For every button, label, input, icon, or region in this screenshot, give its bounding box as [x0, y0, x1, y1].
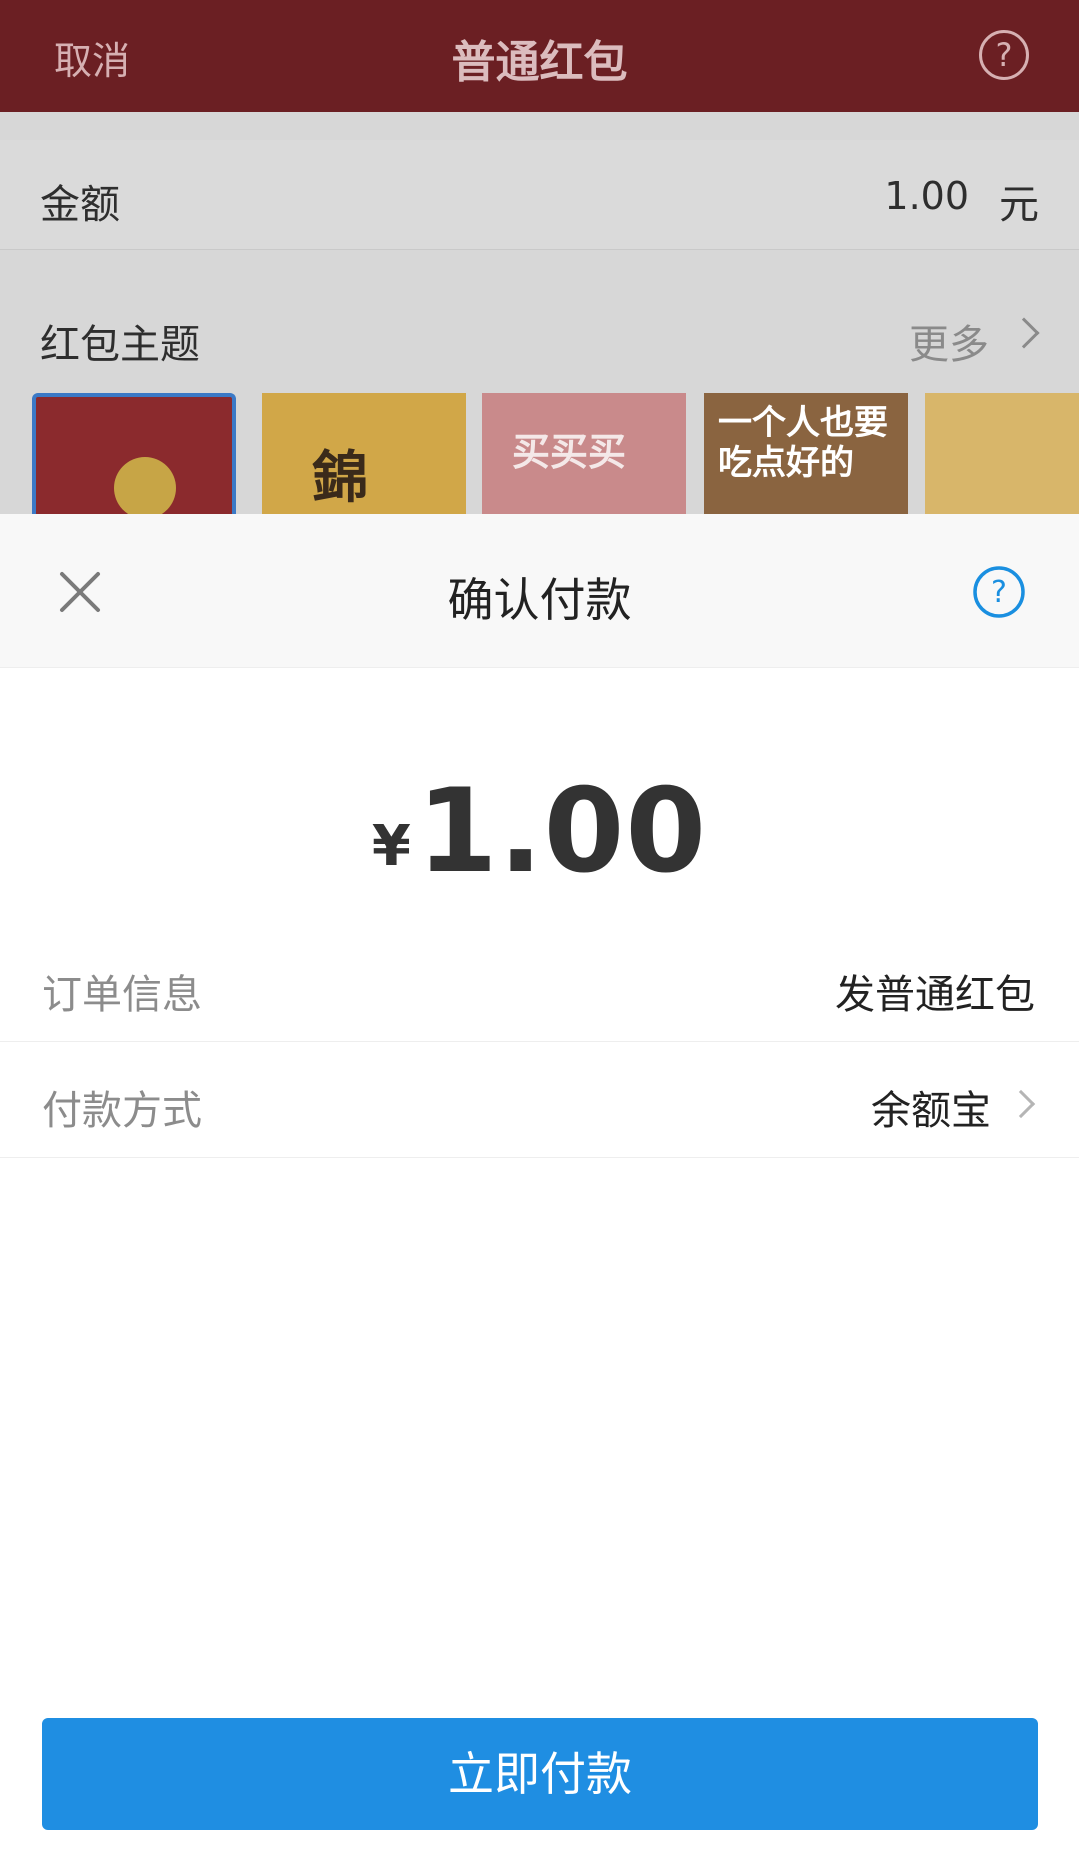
- payment-method-value: 余额宝: [871, 1088, 991, 1134]
- order-info-label: 订单信息: [42, 972, 202, 1018]
- payment-method-row[interactable]: 付款方式 余额宝: [0, 1042, 1079, 1158]
- pay-now-button[interactable]: 立即付款: [42, 1718, 1038, 1830]
- chevron-right-icon: [1006, 1089, 1036, 1119]
- order-info-row: 订单信息 发普通红包: [0, 926, 1079, 1042]
- theme-card-text: 买买买: [512, 430, 627, 474]
- amount-number: 1.00: [416, 764, 708, 899]
- sheet-title: 确认付款: [447, 573, 632, 627]
- background-header: 取消 普通红包 ?: [0, 0, 1079, 112]
- amount-row: 金额 1.00 元: [0, 140, 1079, 250]
- payment-method-label: 付款方式: [42, 1088, 202, 1134]
- theme-card-4[interactable]: 一个人也要吃点好的: [704, 393, 908, 514]
- theme-card-classic[interactable]: [32, 393, 236, 514]
- theme-section-label: 红包主题: [40, 322, 200, 368]
- coin-icon: [114, 457, 176, 514]
- currency-symbol: ¥: [371, 814, 411, 879]
- theme-card-5[interactable]: [925, 393, 1079, 514]
- theme-card-2[interactable]: 錦: [262, 393, 466, 514]
- question-icon[interactable]: ?: [979, 30, 1029, 80]
- theme-card-3[interactable]: 买买买: [482, 393, 686, 514]
- theme-card-text: 一个人也要吃点好的: [718, 403, 888, 483]
- theme-card-text: 錦: [312, 446, 368, 511]
- sheet-header: 确认付款 ?: [0, 514, 1079, 668]
- more-themes-link[interactable]: 更多: [909, 312, 989, 370]
- payment-amount: ¥1.00: [0, 764, 1079, 899]
- amount-value[interactable]: 1.00: [884, 174, 969, 218]
- payment-confirm-sheet: 确认付款 ? ¥1.00 订单信息 发普通红包 付款方式 余额宝 立即付款: [0, 514, 1079, 1865]
- amount-label: 金额: [40, 182, 120, 228]
- svg-text:?: ?: [991, 575, 1007, 610]
- amount-unit: 元: [999, 182, 1039, 228]
- question-icon[interactable]: ?: [971, 564, 1027, 620]
- background-title: 普通红包: [451, 37, 628, 88]
- order-info-value: 发普通红包: [835, 972, 1035, 1018]
